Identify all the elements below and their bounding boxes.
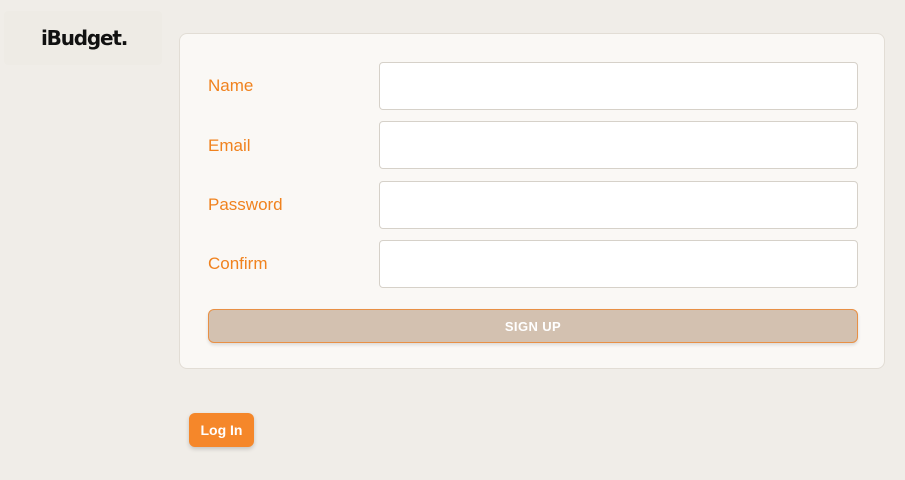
confirm-password-label: Confirm (208, 254, 268, 273)
brand-name: iBudget. (41, 26, 128, 50)
name-label: Name (208, 76, 254, 95)
email-label: Email (208, 136, 251, 155)
password-input[interactable] (379, 181, 858, 229)
confirm-password-input[interactable] (379, 240, 858, 288)
log-in-button[interactable]: Log In (189, 413, 254, 447)
email-input[interactable] (379, 121, 858, 169)
password-label: Password (208, 195, 283, 214)
name-input[interactable] (379, 62, 858, 110)
sign-up-button[interactable]: SIGN UP (208, 309, 858, 343)
